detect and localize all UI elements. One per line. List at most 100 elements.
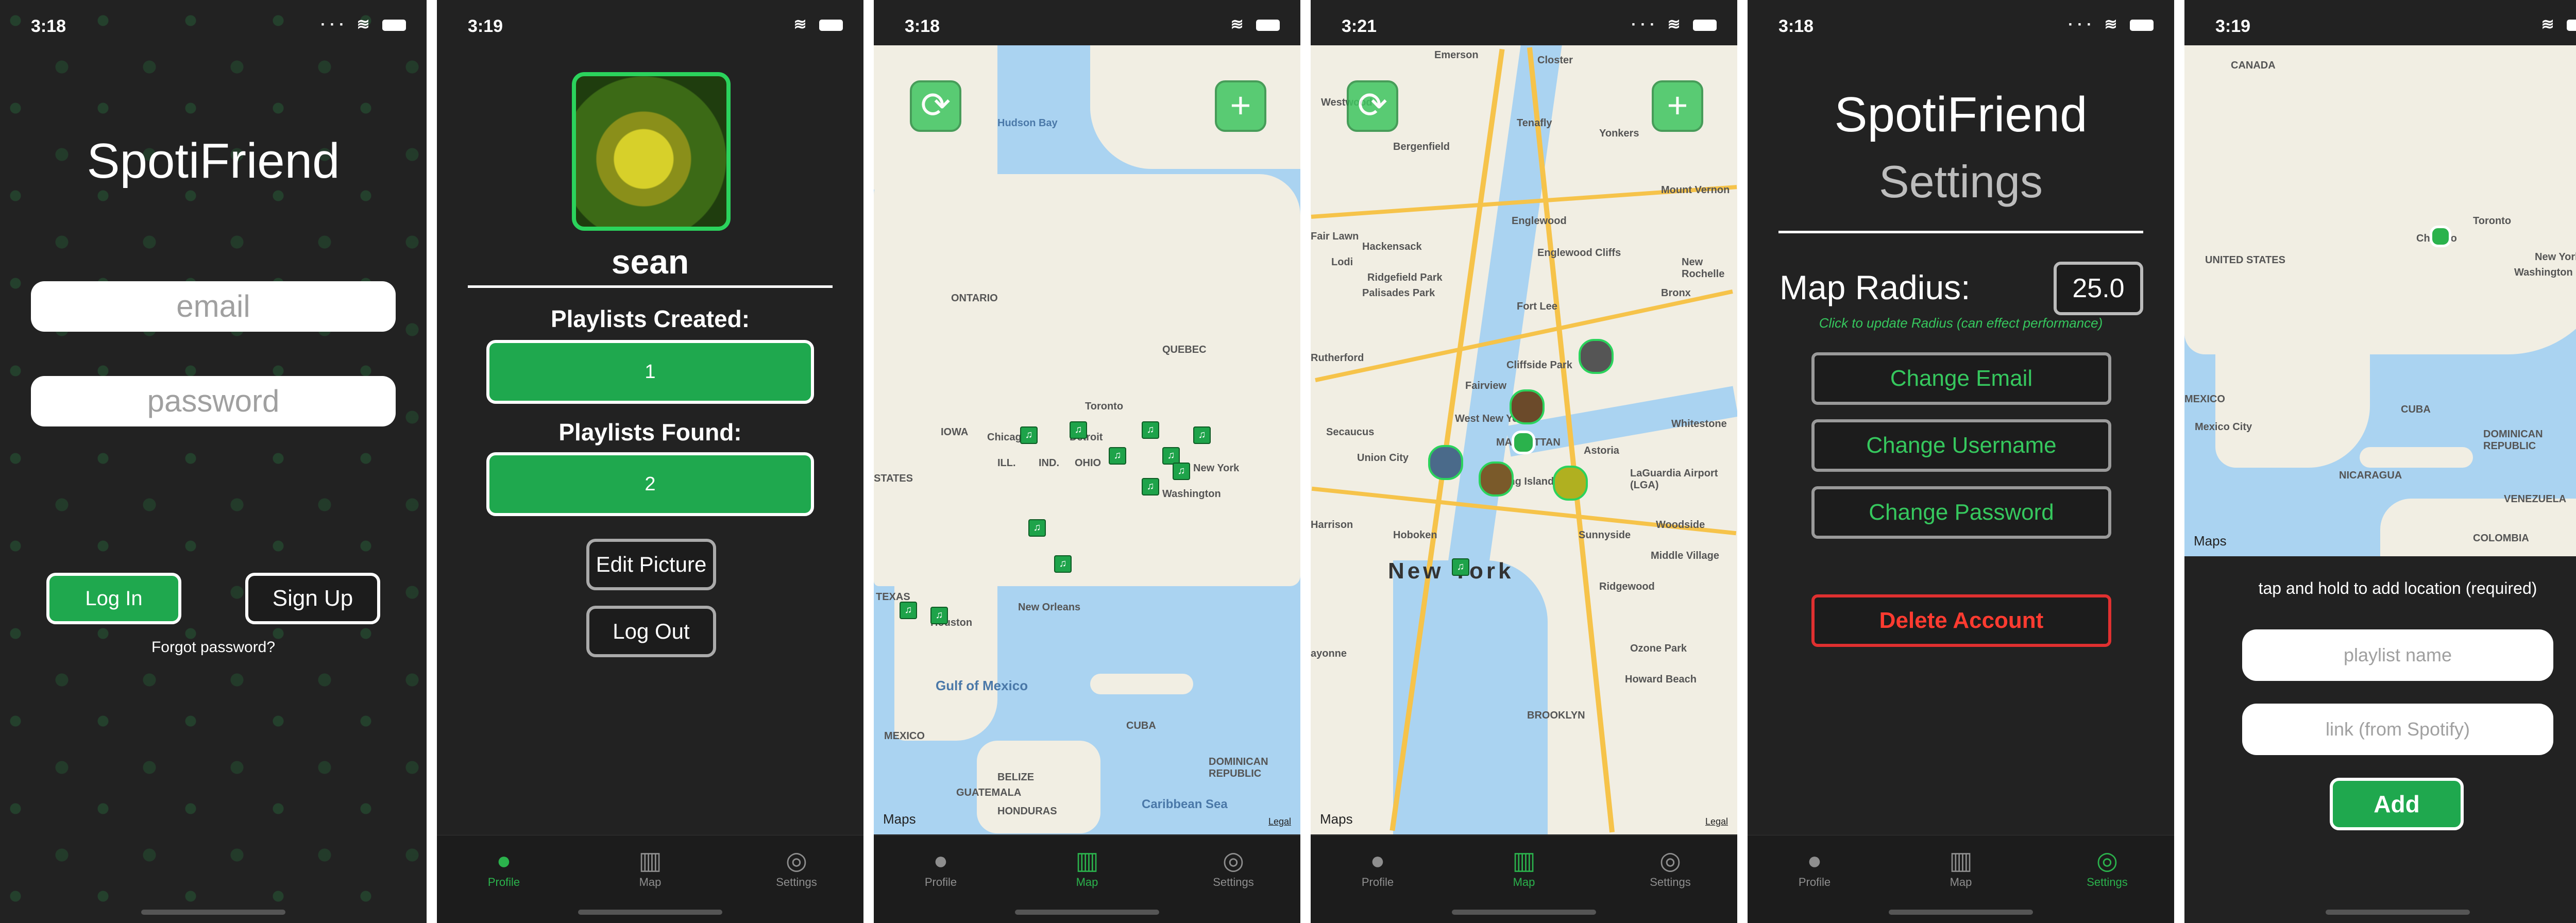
playlist-pin[interactable]: ♫	[1109, 447, 1126, 465]
email-field[interactable]: email	[31, 281, 396, 332]
friend-avatar-pin[interactable]	[1479, 462, 1514, 497]
map-label: Ozone Park	[1630, 643, 1687, 654]
map-label: BELIZE	[997, 772, 1035, 783]
tab-label: Profile	[487, 876, 520, 888]
friend-avatar-pin[interactable]	[1428, 445, 1463, 480]
playlist-pin[interactable]: ♫	[1142, 421, 1159, 439]
playlist-pin[interactable]: ♫	[1173, 463, 1190, 480]
refresh-button[interactable]: ⟳	[1347, 80, 1398, 132]
map-label: QUEBEC	[1162, 344, 1207, 355]
legal-link[interactable]: Legal	[1268, 816, 1291, 827]
map-view[interactable]: Emerson Closter Yonkers Bergenfield Tena…	[1311, 45, 1737, 834]
tab-settings[interactable]: ◎ Settings	[2056, 847, 2159, 889]
map-label: CUBA	[1126, 720, 1156, 731]
tab-map[interactable]: ▥ Map	[1036, 847, 1139, 889]
map-label: CUBA	[2401, 404, 2431, 415]
tab-map[interactable]: ▥ Map	[1472, 847, 1575, 889]
tab-settings[interactable]: ◎ Settings	[1619, 847, 1722, 889]
playlist-pin[interactable]: ♫	[1193, 426, 1211, 444]
friend-avatar-pin[interactable]	[1510, 389, 1545, 424]
map-label: IND.	[1039, 457, 1059, 469]
status-icons: ≋	[794, 15, 843, 33]
tab-settings[interactable]: ◎ Settings	[745, 847, 848, 889]
password-field[interactable]: password	[31, 376, 396, 426]
land-mexico	[2215, 334, 2370, 468]
playlist-pin[interactable]: ♫	[1028, 519, 1046, 537]
settings-screen: 3:18 ··· ≋ SpotiFriend Settings Map Radi…	[1748, 0, 2174, 923]
map-label: MEXICO	[884, 730, 925, 742]
map-label: DOMINICAN REPUBLIC	[1209, 756, 1268, 779]
tab-profile[interactable]: ● Profile	[1763, 847, 1866, 889]
avatar[interactable]	[572, 72, 731, 231]
tab-bar: ● Profile ▥ Map ◎ Settings	[437, 835, 863, 923]
map-label: New York	[2535, 251, 2576, 263]
map-label: STATES	[874, 473, 913, 484]
tab-label: Map	[639, 876, 662, 888]
friend-avatar-pin[interactable]	[1553, 466, 1588, 501]
playlist-pin[interactable]: ♫	[1020, 426, 1038, 444]
tab-map[interactable]: ▥ Map	[599, 847, 702, 889]
delete-account-button[interactable]: Delete Account	[1811, 594, 2111, 647]
login-screen: 3:18 ··· ≋ SpotiFriend email password Lo…	[0, 0, 427, 923]
forgot-password-link[interactable]: Forgot password?	[0, 639, 427, 656]
map-label: CANADA	[2231, 60, 2276, 71]
playlist-pin[interactable]: ♫	[930, 607, 948, 624]
status-icons: ··· ≋	[320, 15, 406, 33]
playlist-pin[interactable]: ♫	[1142, 478, 1159, 495]
apple-maps-logo: Maps	[1320, 811, 1353, 827]
spotify-link-field[interactable]: link (from Spotify)	[2242, 704, 2553, 755]
map-view[interactable]: Hudson Bay ONTARIO QUEBEC IOWA ILL. IND.…	[874, 45, 1300, 834]
home-indicator	[2326, 910, 2470, 915]
status-time: 3:21	[1342, 16, 1377, 36]
map-label: Middle Village	[1651, 550, 1719, 561]
change-password-button[interactable]: Change Password	[1811, 486, 2111, 539]
playlists-found-count[interactable]: 2	[486, 452, 814, 516]
login-button[interactable]: Log In	[46, 573, 181, 624]
map-label: Hudson Bay	[997, 117, 1058, 129]
app-title: SpotiFriend	[1834, 87, 2088, 142]
user-location-dot	[1512, 431, 1535, 454]
change-email-button[interactable]: Change Email	[1811, 352, 2111, 405]
land-cuba	[2360, 447, 2473, 468]
playlist-pin[interactable]: ♫	[900, 602, 917, 619]
status-bar: 3:18 ··· ≋	[0, 0, 427, 49]
add-button[interactable]: Add	[2330, 778, 2464, 830]
map-label: BROOKLYN	[1527, 710, 1585, 721]
map-screen-zoomed: 3:21 ··· ≋ Emerson Closter Yonkers Berge…	[1311, 0, 1737, 923]
tab-profile[interactable]: ● Profile	[1326, 847, 1429, 889]
change-username-button[interactable]: Change Username	[1811, 419, 2111, 472]
add-button[interactable]: +	[1215, 80, 1266, 132]
refresh-button[interactable]: ⟳	[910, 80, 961, 132]
signup-button[interactable]: Sign Up	[245, 573, 380, 624]
playlist-pin[interactable]: ♫	[1070, 421, 1087, 439]
playlist-pin[interactable]: ♫	[1162, 447, 1180, 465]
logout-button[interactable]: Log Out	[586, 606, 716, 657]
map-view[interactable]: CANADA UNITED STATES Chicago Toronto New…	[2184, 45, 2576, 556]
tab-label: Settings	[2087, 876, 2128, 888]
map-label: Englewood Cliffs	[1537, 247, 1621, 259]
tab-profile[interactable]: ● Profile	[452, 847, 555, 889]
tab-map[interactable]: ▥ Map	[1909, 847, 2012, 889]
playlists-created-count[interactable]: 1	[486, 340, 814, 404]
land-north-america	[2184, 45, 2576, 354]
add-button[interactable]: +	[1652, 80, 1703, 132]
tab-settings[interactable]: ◎ Settings	[1182, 847, 1285, 889]
status-time: 3:19	[468, 16, 503, 36]
playlist-name-field[interactable]: playlist name	[2242, 629, 2553, 681]
map-radius-input[interactable]: 25.0	[2054, 262, 2143, 315]
map-label: Fairview	[1465, 380, 1507, 391]
playlist-pin[interactable]: ♫	[1054, 555, 1072, 573]
friend-avatar-pin[interactable]	[1579, 339, 1614, 374]
status-time: 3:19	[2215, 16, 2251, 36]
radius-hint: Click to update Radius (can effect perfo…	[1819, 315, 2103, 331]
battery-icon	[382, 20, 406, 31]
map-label: IOWA	[941, 426, 969, 438]
legal-link[interactable]: Legal	[1705, 816, 1728, 827]
status-time: 3:18	[31, 16, 66, 36]
tab-profile[interactable]: ● Profile	[889, 847, 992, 889]
playlist-pin[interactable]: ♫	[1452, 558, 1469, 576]
map-label: Sunnyside	[1579, 529, 1631, 541]
map-screen: 3:18 ≋ Hudson Bay ONTARIO QUEBEC IOWA IL…	[874, 0, 1300, 923]
edit-picture-button[interactable]: Edit Picture	[586, 539, 716, 590]
map-label: MEXICO	[2184, 394, 2225, 405]
